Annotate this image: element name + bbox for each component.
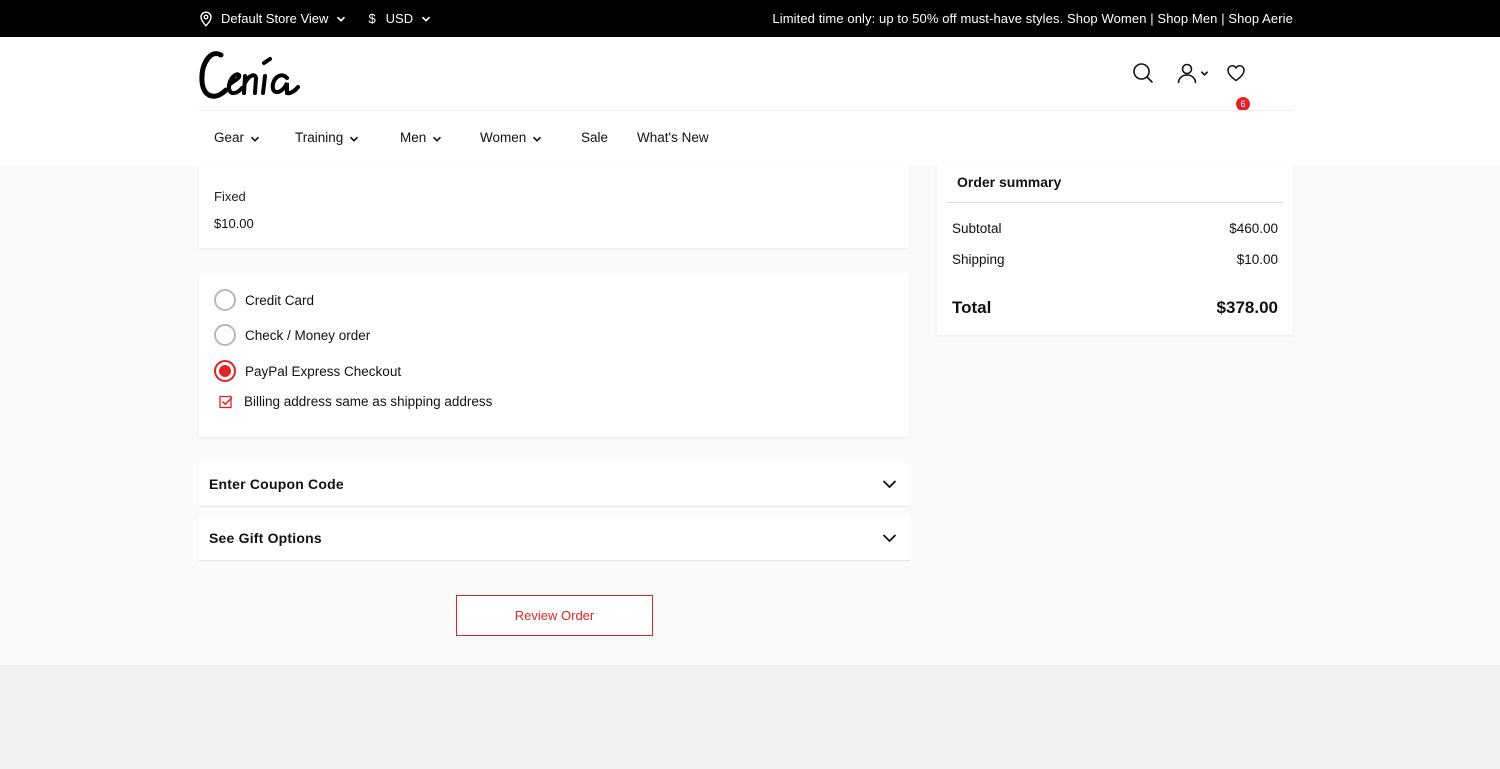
store-view-switcher[interactable]: Default Store View [199, 10, 346, 27]
subtotal-value: $460.00 [1229, 221, 1278, 236]
account-button[interactable] [1176, 62, 1209, 84]
footer-area [0, 665, 1500, 769]
store-view-label: Default Store View [221, 11, 329, 26]
nav-label: Gear [214, 129, 245, 145]
shipping-value: $10.00 [1236, 252, 1278, 267]
shipping-row: Shipping $10.00 [952, 252, 1278, 267]
location-pin-icon [200, 10, 212, 27]
summary-divider [947, 202, 1283, 203]
nav-item-sale[interactable]: Sale [581, 130, 608, 145]
nav-item-women[interactable]: Women [480, 130, 542, 145]
wishlist-button[interactable] [1226, 63, 1246, 83]
currency-label: USD [385, 11, 414, 26]
shipping-method-price: $10.00 [214, 216, 254, 231]
logo-image [199, 51, 300, 99]
payment-option-credit-card[interactable]: Credit Card [214, 289, 314, 311]
coupon-code-accordion[interactable]: Enter Coupon Code [199, 462, 909, 507]
header-icons [1130, 62, 1246, 84]
order-summary: Order summary Subtotal $460.00 Shipping … [937, 165, 1293, 335]
total-row: Total $378.00 [952, 298, 1278, 318]
gift-options-title: See Gift Options [209, 530, 322, 546]
radio-button[interactable] [214, 324, 236, 346]
shipping-method-name: Fixed [214, 189, 246, 204]
gift-options-accordion[interactable]: See Gift Options [199, 516, 909, 561]
checkbox-checked-icon[interactable] [219, 395, 233, 409]
nav-label: Men [400, 129, 427, 145]
nav-item-whats-new[interactable]: What's New [637, 130, 709, 145]
payment-option-label: Credit Card [245, 292, 315, 308]
user-icon [1177, 63, 1197, 84]
nav-label: Sale [581, 129, 609, 145]
payment-option-label: Check / Money order [245, 327, 371, 343]
chevron-down-icon [433, 136, 442, 142]
currency-switcher[interactable]: $ USD [368, 11, 431, 26]
checkout-content: Fixed $10.00 Credit Card Check / Money o… [0, 165, 1500, 665]
shipping-method-card: Fixed $10.00 [199, 165, 909, 248]
top-bar: Default Store View $ USD Limited time on… [0, 0, 1500, 37]
chevron-down-icon [1200, 70, 1209, 76]
logo[interactable] [199, 45, 303, 108]
search-button[interactable] [1132, 62, 1154, 84]
subtotal-label: Subtotal [952, 221, 1002, 236]
nav-item-men[interactable]: Men [400, 130, 442, 145]
order-summary-title: Order summary [957, 174, 1062, 190]
promo-text[interactable]: Limited time only: up to 50% off must-ha… [772, 0, 1293, 37]
payment-option-check-money-order[interactable]: Check / Money order [214, 324, 370, 346]
chevron-down-icon [882, 534, 897, 543]
chevron-down-icon [337, 16, 346, 22]
radio-button-selected[interactable] [214, 360, 236, 382]
nav-item-training[interactable]: Training [295, 130, 359, 145]
header-divider [199, 110, 1293, 111]
chevron-down-icon [250, 136, 260, 142]
chevron-down-icon [422, 16, 431, 22]
nav-label: Women [480, 129, 527, 145]
search-icon [1133, 63, 1153, 83]
subtotal-row: Subtotal $460.00 [952, 221, 1278, 236]
billing-same-as-shipping[interactable]: Billing address same as shipping address [219, 394, 492, 409]
shipping-label: Shipping [952, 252, 1005, 267]
nav-label: Training [295, 129, 344, 145]
nav-label: What's New [637, 129, 709, 145]
chevron-down-icon [882, 480, 897, 489]
payment-option-paypal-express[interactable]: PayPal Express Checkout [214, 360, 401, 382]
total-label: Total [952, 298, 992, 317]
total-value: $378.00 [1216, 298, 1278, 317]
payment-methods-card: Credit Card Check / Money order PayPal E… [199, 273, 909, 437]
currency-symbol: $ [368, 11, 376, 26]
heart-icon [1227, 65, 1245, 82]
site-header: 6 Gear Training Men Women Sale What's Ne… [0, 37, 1500, 165]
chevron-down-icon [533, 136, 542, 142]
chevron-down-icon [350, 136, 359, 142]
payment-option-label: PayPal Express Checkout [245, 363, 402, 379]
radio-button[interactable] [214, 289, 236, 311]
billing-same-label: Billing address same as shipping address [244, 394, 493, 409]
coupon-code-title: Enter Coupon Code [209, 476, 344, 492]
nav-item-gear[interactable]: Gear [214, 130, 260, 145]
review-order-button[interactable]: Review Order [456, 595, 653, 636]
top-bar-left: Default Store View $ USD [199, 0, 431, 37]
wishlist-count-badge: 6 [1236, 97, 1250, 111]
